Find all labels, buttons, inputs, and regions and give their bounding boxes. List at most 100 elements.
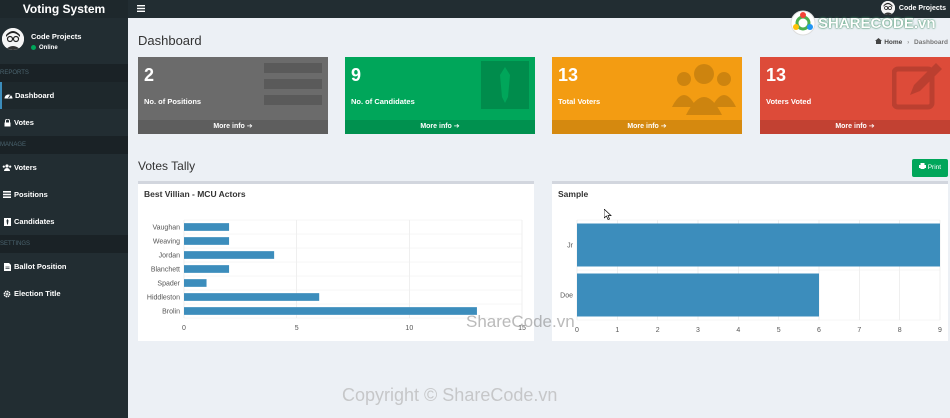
bar-blanchett[interactable] [184, 265, 230, 273]
arrow-circle-right-icon: ➔ [868, 123, 875, 130]
watermark-center: ShareCode.vn [466, 312, 575, 331]
stat-label: Total Voters [558, 97, 601, 106]
sidebar-item-label: Votes [14, 118, 34, 127]
category-label: Doe [560, 292, 573, 299]
stat-label: No. of Candidates [351, 97, 415, 106]
x-tick-label: 6 [817, 327, 821, 334]
stat-value: 2 [144, 65, 155, 85]
sidebar-item-voters[interactable]: Voters [0, 154, 128, 181]
stat-label: Voters Voted [766, 97, 812, 106]
sharecode-logo-icon [790, 10, 816, 36]
x-tick-label: 2 [656, 327, 660, 334]
breadcrumb-current: Dashboard [914, 39, 948, 46]
x-tick-label: 9 [938, 327, 942, 334]
category-label: Brolin [162, 308, 180, 315]
more-info-label: More info [627, 123, 659, 130]
arrow-circle-right-icon: ➔ [660, 123, 667, 130]
breadcrumb-separator: › [907, 39, 910, 46]
stat-box-candidates: 9 No. of Candidates More info ➔ [345, 57, 535, 134]
chart-panel-sample: Sample Jr Doe 0 1 2 3 4 5 6 7 8 9 [552, 181, 948, 341]
bar-vaughan[interactable] [184, 223, 230, 231]
chart-sample: Jr Doe 0 1 2 3 4 5 6 7 8 9 [560, 219, 942, 334]
more-info-label: More info [213, 123, 245, 130]
sharecode-logo: SHARECODE.vn [790, 10, 936, 36]
sidebar-item-ballot-position[interactable]: Ballot Position [0, 253, 128, 280]
x-tick-label: 8 [898, 327, 902, 334]
breadcrumb-home[interactable]: Home [884, 39, 902, 46]
x-tick-label: 5 [777, 327, 781, 334]
bar-spader[interactable] [184, 279, 207, 287]
user-avatar [2, 28, 24, 50]
user-status: Online [31, 45, 58, 51]
bar-doe[interactable] [577, 273, 819, 317]
sidebar-item-candidates[interactable]: Candidates [0, 208, 128, 235]
category-label: Vaughan [152, 224, 180, 231]
online-dot-icon [31, 45, 36, 50]
user-status-label: Online [39, 45, 58, 52]
x-tick-label: 7 [857, 327, 861, 334]
more-info-label: More info [420, 123, 452, 130]
print-label: Print [927, 164, 942, 171]
mouse-cursor-icon [604, 209, 612, 220]
sidebar-header-settings: SETTINGS [0, 235, 128, 253]
sidebar-item-label: Positions [14, 190, 48, 199]
arrow-circle-right-icon: ➔ [246, 123, 253, 130]
arrow-circle-right-icon: ➔ [453, 123, 460, 130]
sidebar: Voting System Code Projects Online REPOR… [0, 0, 128, 418]
category-label: Spader [157, 280, 180, 287]
tasks-icon [264, 61, 322, 111]
sidebar-item-label: Dashboard [15, 91, 55, 100]
menu-toggle-icon[interactable] [137, 5, 145, 14]
sharecode-logo-text: SHARECODE.vn [818, 14, 936, 32]
stat-value: 13 [558, 65, 579, 85]
cog-icon [1, 290, 13, 298]
sidebar-item-label: Ballot Position [14, 262, 67, 271]
x-tick-label: 1 [615, 327, 619, 334]
tasks-icon [1, 191, 13, 198]
bar-hiddleston[interactable] [184, 293, 320, 301]
sidebar-item-positions[interactable]: Positions [0, 181, 128, 208]
file-text-icon [1, 262, 13, 271]
sidebar-item-dashboard[interactable]: Dashboard [0, 82, 128, 109]
bar-brolin[interactable] [184, 307, 477, 315]
category-label: Jr [567, 242, 574, 249]
category-label: Hiddleston [147, 294, 180, 301]
x-tick-label: 5 [295, 325, 299, 332]
x-tick-label: 0 [182, 325, 186, 332]
user-name: Code Projects [31, 32, 82, 41]
stat-box-total-voters: 13 Total Voters More info ➔ [552, 57, 742, 134]
sidebar-header-reports: REPORTS [0, 64, 128, 82]
app-brand[interactable]: Voting System [0, 0, 128, 18]
bar-weaving[interactable] [184, 237, 230, 245]
home-icon [875, 38, 883, 46]
votes-tally-title: Votes Tally [138, 159, 196, 173]
sidebar-item-votes[interactable]: Votes [0, 109, 128, 136]
watermark-bottom: Copyright © ShareCode.vn [342, 385, 558, 405]
more-info-link[interactable]: More info ➔ [552, 120, 742, 134]
print-button[interactable]: Print [912, 159, 948, 177]
more-info-link[interactable]: More info ➔ [760, 120, 950, 134]
x-tick-label: 0 [575, 327, 579, 334]
bar-jordan[interactable] [184, 251, 275, 259]
edit-icon [891, 61, 944, 113]
sidebar-item-election-title[interactable]: Election Title [0, 280, 128, 307]
page-title: Dashboard [138, 33, 202, 48]
category-label: Blanchett [151, 266, 180, 273]
black-tie-icon [481, 61, 529, 111]
users-icon [672, 61, 736, 117]
sidebar-item-label: Candidates [14, 217, 55, 226]
sidebar-item-label: Election Title [14, 289, 61, 298]
more-info-link[interactable]: More info ➔ [138, 120, 328, 134]
more-info-link[interactable]: More info ➔ [345, 120, 535, 134]
x-tick-label: 4 [736, 327, 740, 334]
users-icon [1, 164, 13, 171]
stat-label: No. of Positions [144, 97, 202, 106]
x-tick-label: 10 [405, 325, 413, 332]
print-icon [918, 163, 926, 171]
dashboard-icon [2, 92, 14, 99]
stat-value: 9 [351, 65, 362, 85]
category-label: Jordan [159, 252, 181, 259]
stat-value: 13 [766, 65, 787, 85]
bar-jr[interactable] [577, 223, 940, 267]
more-info-label: More info [835, 123, 867, 130]
